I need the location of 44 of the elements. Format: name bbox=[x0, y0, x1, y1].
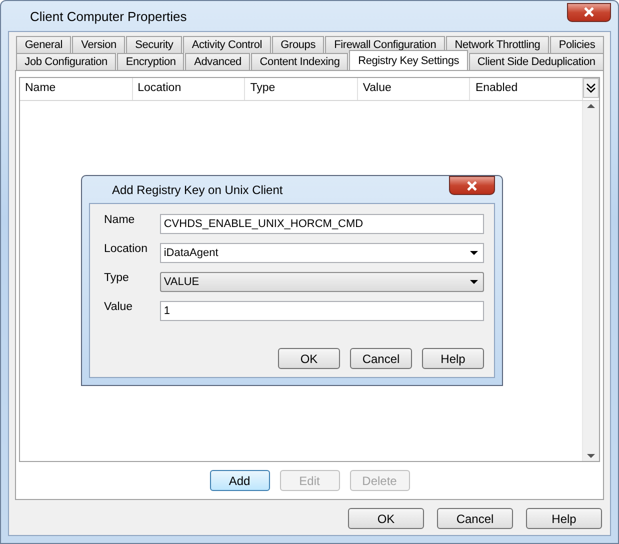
dialog-button[interactable]: OK bbox=[278, 348, 340, 369]
close-button[interactable] bbox=[449, 176, 495, 195]
tab[interactable]: Registry Key Settings bbox=[349, 50, 468, 70]
tab[interactable]: Content Indexing bbox=[251, 53, 348, 70]
dialog-button[interactable]: Cancel bbox=[437, 508, 513, 529]
tab[interactable]: Encryption bbox=[117, 53, 184, 70]
window-title: Client Computer Properties bbox=[30, 8, 187, 24]
field-label: Type bbox=[104, 272, 130, 284]
dropdown-field[interactable]: iDataAgent bbox=[160, 243, 484, 263]
tab[interactable]: Security bbox=[126, 36, 182, 53]
dialog-title: Add Registry Key on Unix Client bbox=[112, 182, 283, 196]
dialog-button[interactable]: OK bbox=[348, 508, 424, 529]
scroll-down-icon[interactable] bbox=[587, 451, 595, 461]
dropdown-field[interactable]: VALUE bbox=[160, 272, 484, 292]
scrollbar[interactable] bbox=[582, 101, 599, 461]
caret-icon bbox=[470, 251, 478, 255]
tab[interactable]: General bbox=[16, 36, 72, 53]
tab[interactable]: Policies bbox=[550, 36, 604, 53]
column-header[interactable]: Value bbox=[358, 78, 470, 100]
tab[interactable]: Groups bbox=[272, 36, 324, 53]
column-header[interactable]: Type bbox=[245, 78, 358, 100]
close-button[interactable] bbox=[567, 2, 611, 22]
column-header[interactable]: Name bbox=[20, 78, 133, 100]
column-header[interactable]: Location bbox=[132, 78, 246, 100]
field-label: Name bbox=[104, 214, 136, 226]
tab[interactable]: Activity Control bbox=[183, 36, 271, 53]
close-icon bbox=[466, 180, 478, 190]
tab[interactable]: Job Configuration bbox=[16, 53, 116, 70]
input-field[interactable]: CVHDS_ENABLE_UNIX_HORCM_CMD bbox=[160, 214, 484, 234]
caret-icon bbox=[470, 280, 478, 284]
column-chooser-icon[interactable] bbox=[583, 78, 599, 98]
dialog-button[interactable]: Cancel bbox=[350, 348, 412, 369]
tab[interactable]: Version bbox=[72, 36, 126, 53]
tab[interactable]: Network Throttling bbox=[446, 36, 550, 53]
input-field[interactable]: 1 bbox=[160, 301, 484, 321]
dialog-button[interactable]: Help bbox=[526, 508, 602, 529]
table-action-button[interactable]: Add bbox=[210, 470, 270, 491]
tab[interactable]: Advanced bbox=[185, 53, 250, 70]
field-label: Value bbox=[104, 301, 134, 313]
tab[interactable]: Client Side Deduplication bbox=[468, 53, 604, 70]
dialog-button[interactable]: Help bbox=[422, 348, 484, 369]
scroll-up-icon[interactable] bbox=[587, 101, 595, 111]
close-icon bbox=[583, 7, 595, 17]
field-label: Location bbox=[104, 243, 148, 255]
